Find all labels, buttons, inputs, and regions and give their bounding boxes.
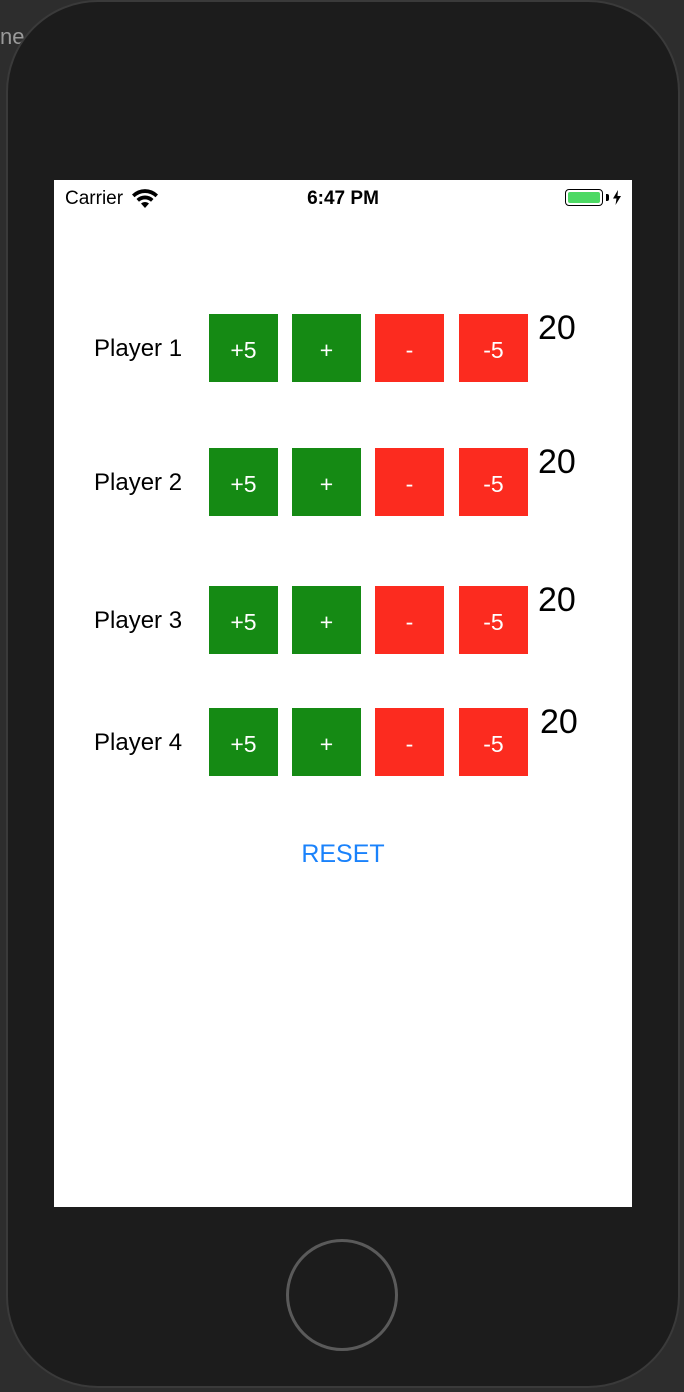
player-score: 20 (538, 309, 576, 347)
player-score: 20 (538, 581, 576, 619)
player-row-1: Player 1 +5 + - -5 20 (54, 309, 632, 384)
minus-one-button[interactable]: - (375, 448, 444, 516)
plus-five-button[interactable]: +5 (209, 448, 278, 516)
bolt-icon (613, 190, 621, 205)
reset-button[interactable]: RESET (54, 840, 632, 869)
player-score: 20 (540, 703, 578, 741)
battery-indicator (565, 189, 622, 206)
plus-five-button[interactable]: +5 (209, 314, 278, 382)
plus-five-button[interactable]: +5 (209, 586, 278, 654)
plus-one-button[interactable]: + (292, 708, 361, 776)
minus-one-button[interactable]: - (375, 586, 444, 654)
player-row-2: Player 2 +5 + - -5 20 (54, 443, 632, 518)
battery-tip (606, 194, 609, 201)
player-name: Player 1 (94, 335, 183, 362)
minus-five-button[interactable]: -5 (459, 586, 528, 654)
minus-five-button[interactable]: -5 (459, 708, 528, 776)
plus-one-button[interactable]: + (292, 314, 361, 382)
minus-five-button[interactable]: -5 (459, 314, 528, 382)
battery-level-fill (568, 192, 600, 203)
player-row-4: Player 4 +5 + - -5 20 (54, 703, 632, 778)
minus-five-button[interactable]: -5 (459, 448, 528, 516)
home-button[interactable] (286, 1239, 398, 1351)
plus-one-button[interactable]: + (292, 586, 361, 654)
player-name: Player 2 (94, 469, 183, 496)
player-name: Player 3 (94, 607, 183, 634)
battery-icon (565, 189, 603, 206)
minus-one-button[interactable]: - (375, 708, 444, 776)
plus-five-button[interactable]: +5 (209, 708, 278, 776)
player-row-3: Player 3 +5 + - -5 20 (54, 581, 632, 656)
minus-one-button[interactable]: - (375, 314, 444, 382)
app-screen: Carrier 6:47 PM Player 1 +5 + - -5 20 Pl… (54, 180, 632, 1207)
player-score: 20 (538, 443, 576, 481)
plus-one-button[interactable]: + (292, 448, 361, 516)
status-time: 6:47 PM (307, 188, 379, 209)
player-name: Player 4 (94, 729, 183, 756)
status-bar: Carrier 6:47 PM (54, 180, 632, 218)
